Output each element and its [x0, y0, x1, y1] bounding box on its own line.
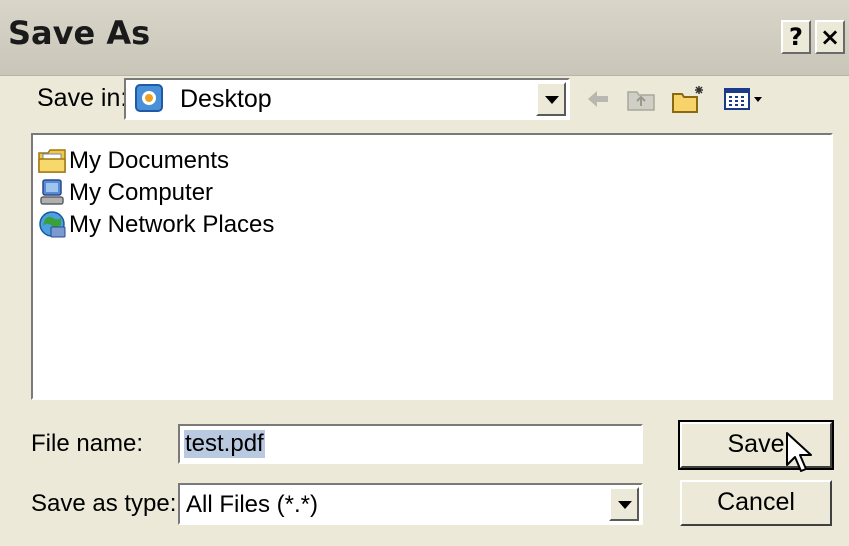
close-button[interactable]: × — [815, 20, 845, 54]
save-as-type-dropdown[interactable]: All Files (*.*) — [178, 483, 643, 525]
view-menu-icon[interactable] — [722, 82, 768, 116]
cancel-button[interactable]: Cancel — [680, 480, 832, 526]
dialog-title: Save As — [8, 14, 151, 52]
file-name-label: My Documents — [69, 147, 230, 174]
up-folder-icon[interactable] — [625, 82, 657, 116]
my-computer-icon — [40, 179, 64, 205]
save-as-type-dropdown-arrow[interactable] — [609, 487, 639, 521]
file-name-label: File name: — [31, 430, 144, 457]
save-in-value: Desktop — [180, 85, 272, 113]
file-name-label: My Network Places — [69, 211, 275, 238]
file-name-value: test.pdf — [184, 430, 265, 458]
back-arrow-icon[interactable] — [584, 82, 612, 116]
save-as-dialog: Save As ? × Save in: Desktop My Document… — [0, 0, 849, 546]
save-as-type-value: All Files (*.*) — [186, 491, 319, 518]
my-network-places-icon — [39, 211, 66, 238]
save-as-type-label: Save as type: — [31, 490, 177, 517]
mouse-cursor-icon — [786, 432, 812, 472]
title-bar: Save As ? × — [0, 0, 849, 76]
file-name-input[interactable]: test.pdf — [178, 424, 643, 464]
help-button[interactable]: ? — [781, 20, 811, 54]
save-in-label: Save in: — [37, 84, 128, 112]
save-in-dropdown-arrow[interactable] — [536, 82, 566, 116]
file-list[interactable]: My Documents My Computer My Network Plac… — [31, 133, 833, 400]
my-documents-icon — [38, 149, 66, 173]
save-in-dropdown[interactable]: Desktop — [124, 78, 570, 120]
desktop-icon — [135, 84, 163, 112]
file-name-label: My Computer — [69, 179, 214, 206]
new-folder-icon[interactable] — [670, 82, 706, 116]
